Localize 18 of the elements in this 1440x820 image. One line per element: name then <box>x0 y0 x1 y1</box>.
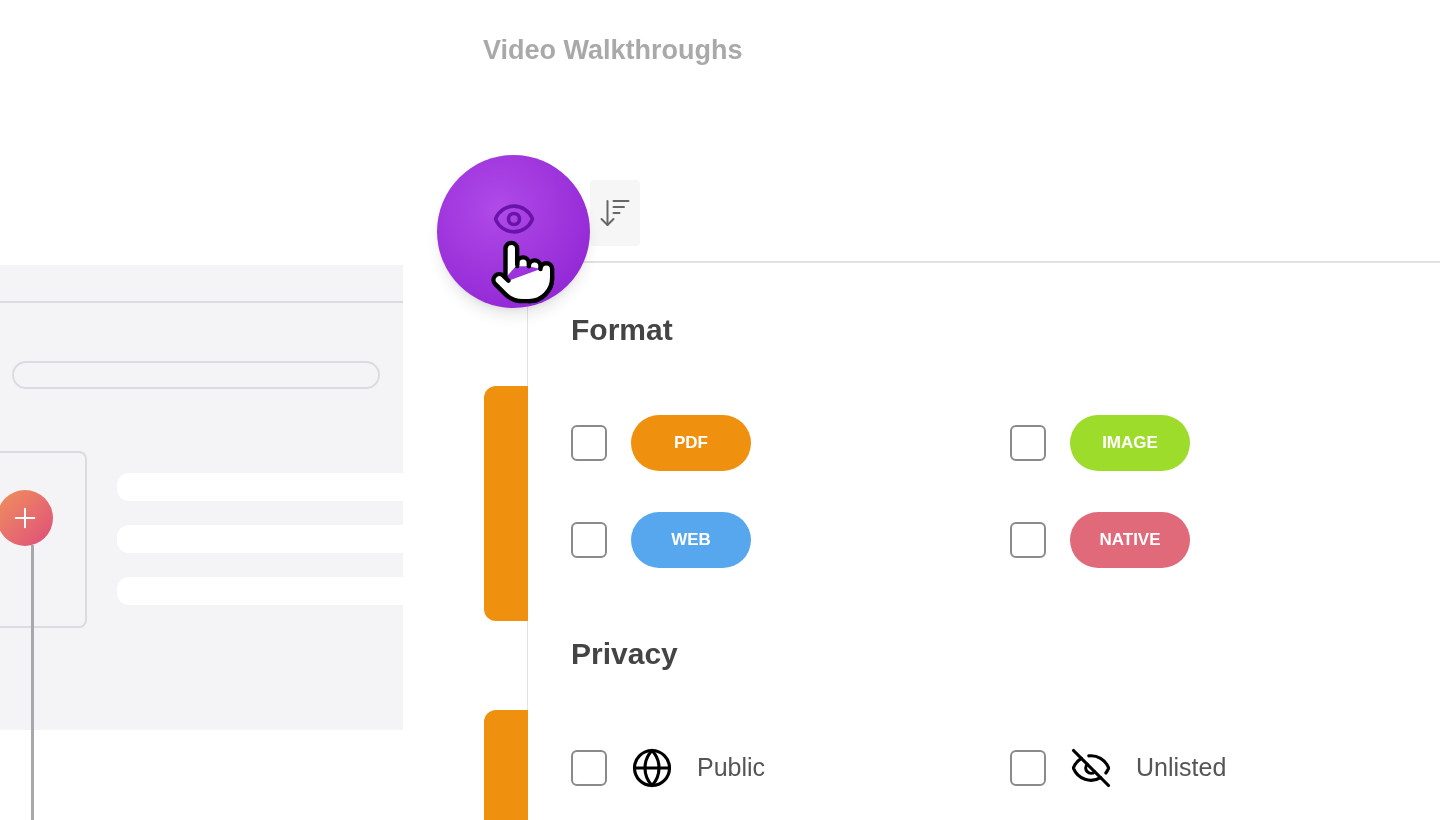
checkbox[interactable] <box>1010 424 1046 461</box>
checkbox[interactable] <box>1010 749 1046 786</box>
checkbox[interactable] <box>571 749 607 786</box>
section-heading: Format <box>571 311 673 348</box>
section-heading: Privacy <box>571 635 678 672</box>
format-tag: PDF <box>631 414 751 471</box>
privacy-label: Unlisted <box>1136 751 1227 783</box>
globe-icon <box>631 746 673 789</box>
eye-slash-icon <box>1070 746 1112 789</box>
checkbox[interactable] <box>571 424 607 461</box>
format-tag: IMAGE <box>1070 414 1190 471</box>
checkbox[interactable] <box>1010 521 1046 558</box>
checkbox[interactable] <box>571 521 607 558</box>
privacy-label: Public <box>697 751 766 783</box>
format-tag: NATIVE <box>1070 511 1190 568</box>
search-field[interactable] <box>12 361 380 389</box>
format-tag: WEB <box>631 511 751 568</box>
page-title: Video Walkthroughs <box>483 34 743 67</box>
